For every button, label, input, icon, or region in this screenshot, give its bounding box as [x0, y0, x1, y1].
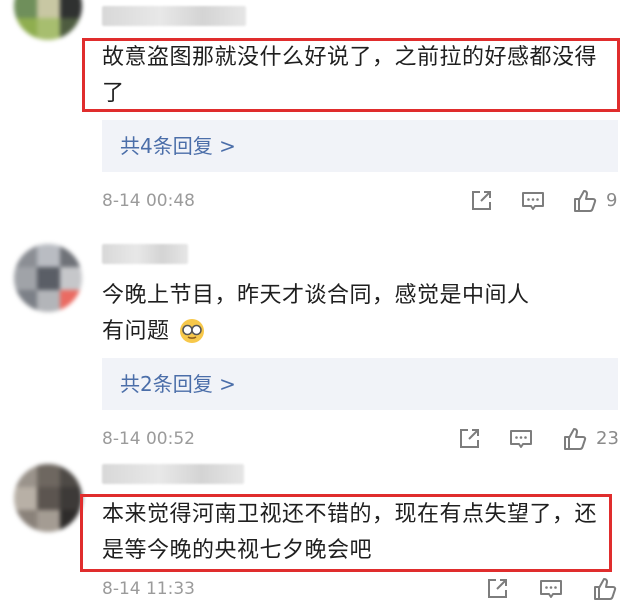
- share-icon[interactable]: [484, 576, 510, 602]
- share-icon[interactable]: [456, 426, 482, 452]
- like-icon[interactable]: [592, 576, 618, 602]
- avatar[interactable]: [14, 464, 82, 532]
- comment-text: 本来觉得河南卫视还不错的，现在有点失望了，还是等今晚的央视七夕晚会吧: [102, 502, 598, 563]
- view-replies-link[interactable]: 共2条回复 >: [102, 358, 618, 410]
- like-icon[interactable]: [572, 188, 598, 214]
- comment-meta: 8-14 00:48 9: [102, 186, 624, 216]
- comment-text: 故意盗图那就没什么好说了，之前拉的好感都没得了: [102, 45, 598, 106]
- comment-icon[interactable]: [538, 576, 564, 602]
- comment-meta: 8-14 11:33: [102, 574, 624, 604]
- comment-text-content: 今晚上节目，昨天才谈合同，感觉是中间人有问题: [102, 283, 530, 344]
- comment-icon[interactable]: [520, 188, 546, 214]
- comment-text: 今晚上节目，昨天才谈合同，感觉是中间人有问题: [102, 278, 542, 350]
- avatar[interactable]: [14, 244, 82, 312]
- comment-icon[interactable]: [508, 426, 534, 452]
- timestamp: 8-14 00:48: [102, 191, 195, 211]
- username-blurred[interactable]: [102, 6, 246, 26]
- like-count: 23: [596, 428, 619, 449]
- comment-meta: 8-14 00:52 23: [102, 424, 624, 454]
- view-replies-link[interactable]: 共4条回复 >: [102, 120, 618, 172]
- like-count: 9: [606, 190, 618, 211]
- avatar[interactable]: [14, 0, 82, 40]
- share-icon[interactable]: [468, 188, 494, 214]
- like-icon[interactable]: [562, 426, 588, 452]
- username-blurred[interactable]: [102, 464, 244, 484]
- username-blurred[interactable]: [102, 244, 188, 264]
- timestamp: 8-14 00:52: [102, 429, 195, 449]
- timestamp: 8-14 11:33: [102, 579, 195, 599]
- glasses-emoji-icon: [179, 318, 205, 344]
